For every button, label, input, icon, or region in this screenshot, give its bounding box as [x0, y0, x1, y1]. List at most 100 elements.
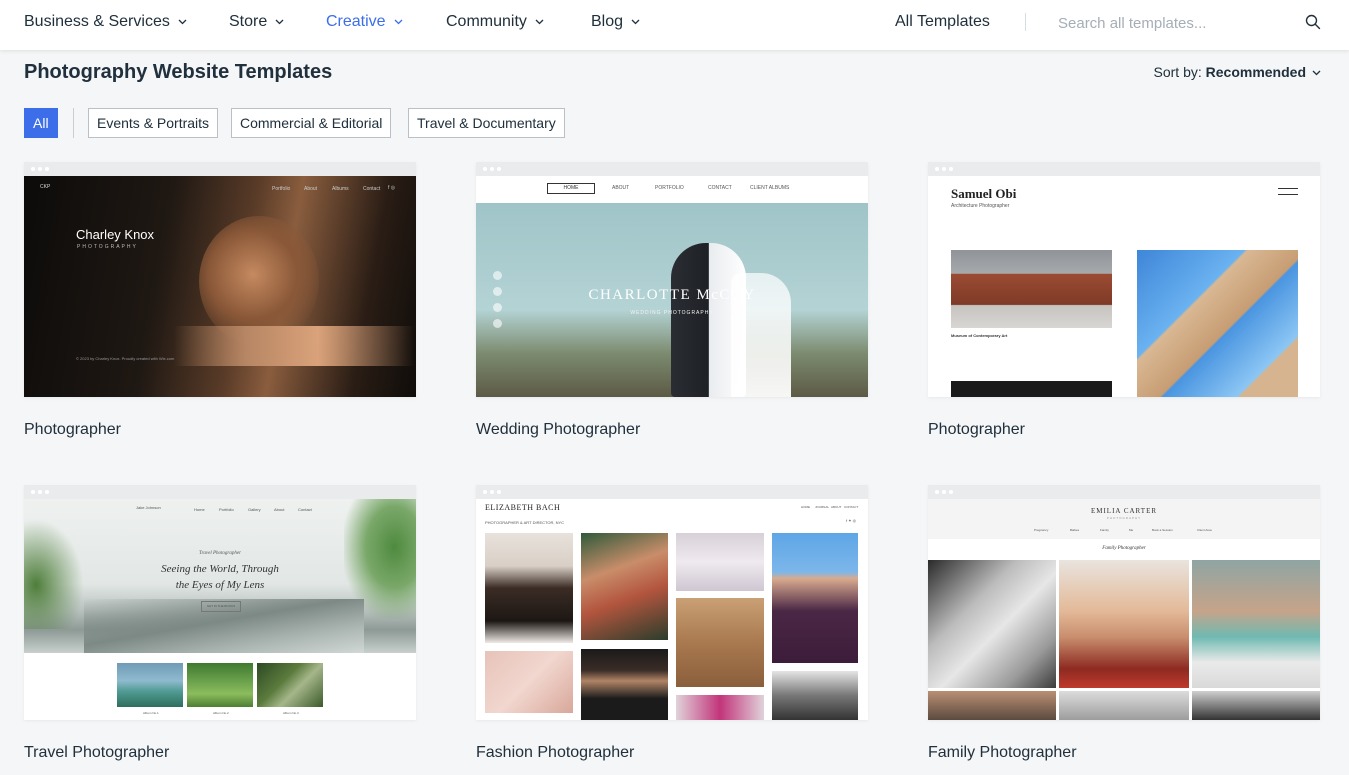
gallery-photo — [928, 560, 1056, 688]
gallery-photo — [117, 663, 183, 707]
gallery-photo — [951, 250, 1112, 328]
chevron-down-icon — [535, 19, 544, 25]
hero-image: CHARLOTTE McCOY WEDDING PHOTOGRAPHY — [476, 203, 868, 397]
template-thumbnail[interactable]: CKP Portfolio About Albums Contact f ◎ C… — [24, 162, 416, 397]
search-input[interactable] — [1056, 11, 1290, 35]
browser-bar — [928, 162, 1320, 176]
template-brand: EMILIA CARTER — [1090, 507, 1158, 515]
gallery-photo — [581, 533, 668, 640]
template-card[interactable]: Samuel Obi Architecture Photographer Mus… — [928, 162, 1320, 438]
preview-nav-item: About — [304, 186, 318, 192]
all-templates-link[interactable]: All Templates — [895, 0, 990, 44]
nav-item-business-services[interactable]: Business & Services — [24, 0, 187, 44]
arm-photo — [174, 326, 414, 366]
template-thumbnail[interactable]: HOME ABOUT PORTFOLIO CONTACT CLIENT ALBU… — [476, 162, 868, 397]
sort-label: Sort by: — [1153, 64, 1202, 80]
gallery-photo — [951, 381, 1112, 397]
template-thumbnail[interactable]: Samuel Obi Architecture Photographer Mus… — [928, 162, 1320, 397]
template-headline: the Eyes of My Lens — [175, 579, 265, 591]
template-brand: CHARLOTTE McCOY — [588, 287, 756, 303]
template-tagline: Architecture Photographer — [951, 203, 1010, 209]
hero-image: CKP Portfolio About Albums Contact f ◎ C… — [24, 176, 416, 397]
page-title: Photography Website Templates — [24, 61, 333, 83]
template-card[interactable]: HOME ABOUT PORTFOLIO CONTACT CLIENT ALBU… — [476, 162, 868, 438]
nav-item-label: Community — [446, 13, 527, 30]
template-kicker: Travel Photographer — [198, 551, 242, 556]
template-title: Photographer — [928, 421, 1025, 438]
browser-bar — [24, 162, 416, 176]
template-card[interactable]: Jake Johnson Home Portfolio Gallery Abou… — [24, 485, 416, 761]
template-footer: © 2023 by Charley Knox. Proudly created … — [76, 356, 175, 361]
social-icons — [493, 271, 502, 329]
template-title: Wedding Photographer — [476, 421, 641, 438]
template-thumbnail[interactable]: EMILIA CARTER PHOTOGRAPHY Pregnancy Babi… — [928, 485, 1320, 720]
nav-divider — [1025, 13, 1026, 31]
social-icons: f ◎ — [388, 185, 396, 191]
template-logo: CKP — [40, 184, 51, 190]
nav-item-store[interactable]: Store — [229, 0, 284, 44]
preview-nav-item: Me — [1129, 528, 1134, 532]
template-preview: ELIZABETH BACH HOME JOURNAL ABOUT CONTAC… — [476, 499, 868, 720]
preview-nav-item: Pregnancy — [1034, 528, 1049, 532]
filter-commercial-editorial[interactable]: Commercial & Editorial — [231, 108, 392, 138]
photo-caption: Museum of Contemporary Art — [951, 333, 1008, 338]
template-preview: Jake Johnson Home Portfolio Gallery Abou… — [24, 499, 416, 720]
social-icons: f ✦ ◎ — [846, 518, 857, 523]
template-card[interactable]: ELIZABETH BACH HOME JOURNAL ABOUT CONTAC… — [476, 485, 868, 761]
menu-icon — [1278, 188, 1298, 195]
gallery-photo — [772, 533, 858, 663]
gallery-photo — [1059, 560, 1189, 688]
chevron-down-icon — [631, 19, 640, 25]
browser-bar — [476, 485, 868, 499]
template-brand: Samuel Obi — [951, 186, 1017, 201]
template-card[interactable]: CKP Portfolio About Albums Contact f ◎ C… — [24, 162, 416, 438]
nav-item-blog[interactable]: Blog — [591, 0, 640, 44]
gallery-photo — [772, 671, 858, 720]
preview-nav-item: CONTACT — [708, 185, 732, 191]
sort-by-dropdown[interactable]: Sort by: Recommended — [1154, 64, 1322, 80]
photo-caption: Album No.3 — [283, 711, 299, 715]
preview-nav-item: Portfolio — [272, 186, 291, 192]
template-thumbnail[interactable]: Jake Johnson Home Portfolio Gallery Abou… — [24, 485, 416, 720]
template-tagline: PHOTOGRAPHY — [77, 244, 138, 250]
template-card[interactable]: EMILIA CARTER PHOTOGRAPHY Pregnancy Babi… — [928, 485, 1320, 761]
nav-item-label: Business & Services — [24, 13, 170, 30]
template-tagline: PHOTOGRAPHY — [1106, 516, 1142, 520]
filter-travel-documentary[interactable]: Travel & Documentary — [408, 108, 565, 138]
preview-nav-item: Babies — [1070, 528, 1080, 532]
template-brand: Charley Knox — [76, 227, 155, 242]
preview-nav-item: CLIENT ALBUMS — [750, 185, 790, 191]
template-preview: EMILIA CARTER PHOTOGRAPHY Pregnancy Babi… — [928, 499, 1320, 720]
preview-cta-button: GET IN THE BOOKS — [201, 601, 241, 612]
gallery-photo — [928, 691, 1056, 720]
template-headline: Seeing the World, Through — [161, 563, 279, 575]
preview-nav-item: Home — [194, 507, 205, 512]
preview-nav-item: About — [274, 507, 285, 512]
nav-item-creative[interactable]: Creative — [326, 0, 403, 44]
sort-value: Recommended — [1205, 64, 1306, 80]
preview-nav-item: Contact — [363, 186, 381, 192]
template-preview: HOME ABOUT PORTFOLIO CONTACT CLIENT ALBU… — [476, 176, 868, 397]
gallery-photo — [581, 649, 668, 720]
preview-nav-item: HOME — [801, 505, 810, 509]
template-tagline: PHOTOGRAPHER & ART DIRECTOR, NYC — [485, 520, 565, 525]
nav-item-community[interactable]: Community — [446, 0, 544, 44]
preview-nav-item: JOURNAL — [815, 505, 830, 509]
template-kicker: Family Photographer — [1102, 546, 1146, 551]
search-icon[interactable] — [1305, 14, 1321, 30]
chevron-down-icon — [1312, 70, 1321, 76]
filter-all[interactable]: All — [24, 108, 58, 138]
preview-nav-item: Book a Session — [1152, 528, 1173, 532]
preview-nav-item: Family — [1100, 528, 1109, 532]
gallery-photo — [257, 663, 323, 707]
template-brand: ELIZABETH BACH — [485, 503, 561, 512]
gallery-photo — [676, 598, 764, 687]
template-thumbnail[interactable]: ELIZABETH BACH HOME JOURNAL ABOUT CONTAC… — [476, 485, 868, 720]
preview-nav-item: PORTFOLIO — [655, 185, 684, 191]
photo-caption: Album No.1 — [143, 711, 159, 715]
template-title: Family Photographer — [928, 744, 1077, 761]
preview-nav-item: Client Area — [1197, 528, 1212, 532]
template-title: Photographer — [24, 421, 121, 438]
filter-events-portraits[interactable]: Events & Portraits — [88, 108, 219, 138]
preview-header: HOME ABOUT PORTFOLIO CONTACT CLIENT ALBU… — [476, 176, 868, 203]
